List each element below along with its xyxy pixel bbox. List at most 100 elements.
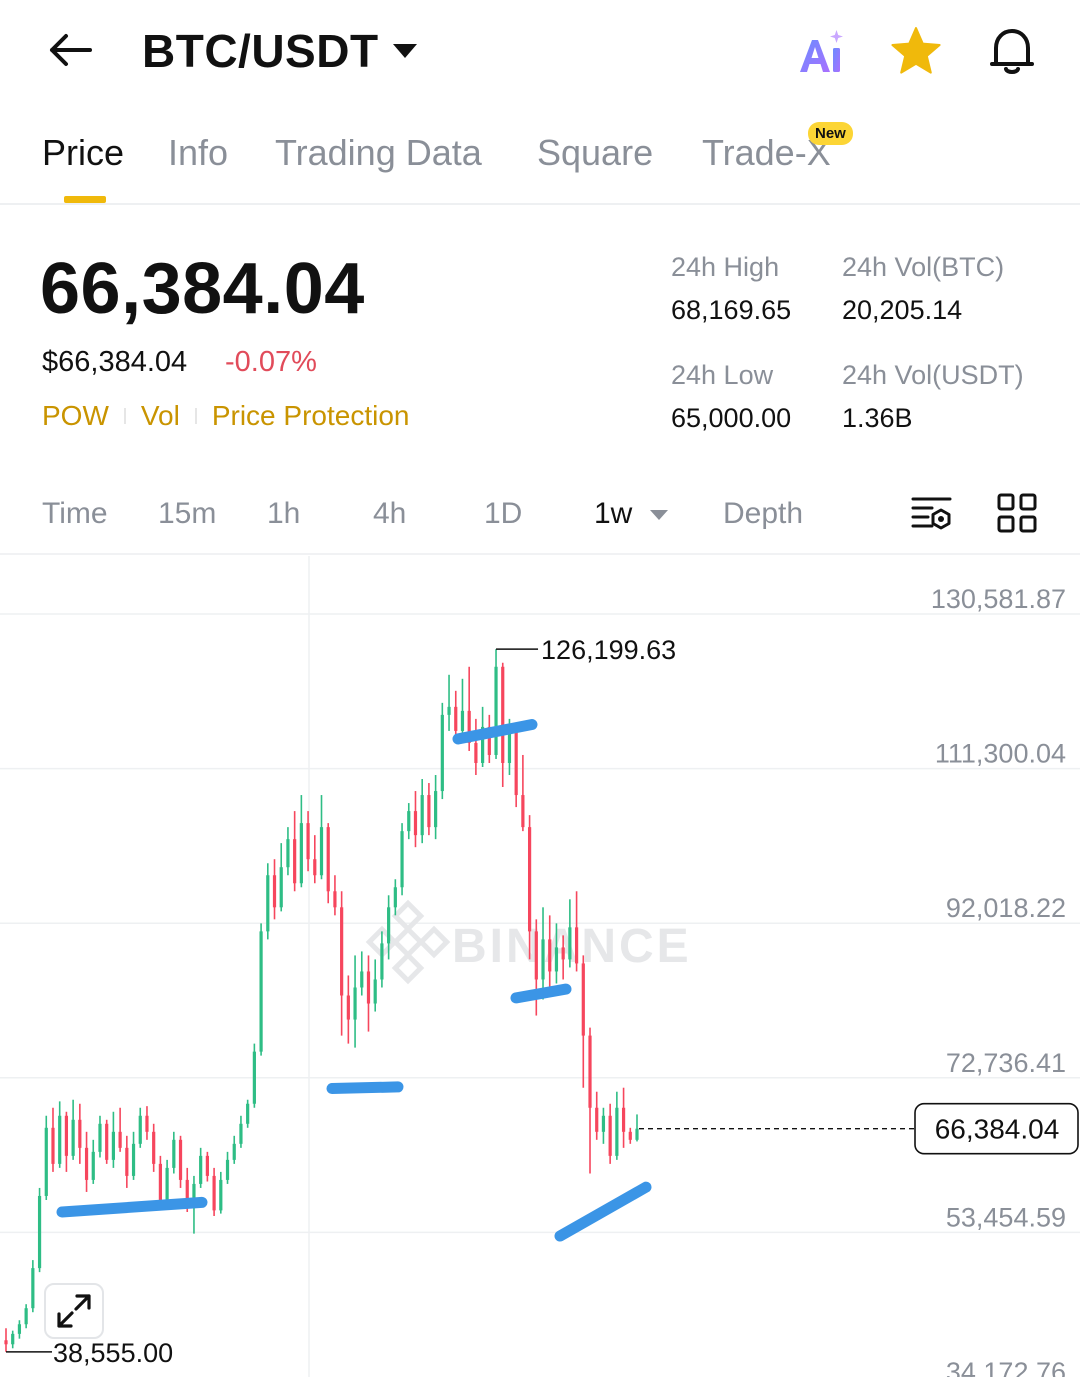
interval-1d[interactable]: 1D — [484, 497, 522, 531]
candle-body — [98, 1123, 102, 1152]
candle-body — [474, 742, 478, 763]
expand-icon — [57, 1294, 91, 1328]
candle-body — [454, 706, 458, 731]
tab-bar: Price Info Trading Data Square Trade-X N… — [0, 110, 1080, 205]
candle-body — [373, 979, 377, 1004]
last-price: 66,384.04 — [40, 249, 365, 329]
ai-button[interactable] — [796, 26, 848, 78]
candle-body — [595, 1107, 599, 1132]
layout-grid-button[interactable] — [996, 492, 1038, 534]
interval-1w[interactable]: 1w — [594, 497, 632, 531]
indicator-settings-button[interactable] — [910, 494, 954, 534]
candle-body — [326, 827, 330, 892]
candle-body — [393, 887, 397, 908]
interval-4h[interactable]: 4h — [373, 497, 406, 531]
interval-time[interactable]: Time — [42, 497, 108, 531]
price-change: -0.07% — [225, 346, 317, 378]
y-axis-tick-label: 130,581.87 — [931, 584, 1066, 614]
candle-body — [494, 666, 498, 755]
indicator-settings-icon — [911, 497, 952, 530]
candle-body — [266, 875, 270, 932]
tab-info[interactable]: Info — [168, 132, 228, 174]
tag-vol[interactable]: Vol — [141, 400, 180, 432]
pair-label: BTC/USDT — [142, 25, 379, 77]
candle-body — [31, 1268, 35, 1309]
candle-body — [568, 927, 572, 960]
candle-body — [299, 823, 303, 884]
y-axis-tick-label: 72,736.41 — [946, 1048, 1066, 1078]
candle-body — [24, 1308, 28, 1325]
candle-body — [427, 795, 431, 828]
candle-body — [521, 795, 525, 828]
candle-body — [37, 1195, 42, 1269]
candle-body — [152, 1131, 156, 1164]
candle-body — [118, 1131, 122, 1148]
support-annotation-stroke — [56, 1196, 208, 1218]
ai-icon — [800, 30, 843, 72]
back-button[interactable] — [40, 22, 100, 78]
candle-body — [158, 1163, 162, 1200]
top-bar: BTC/USDT — [0, 0, 1080, 100]
candle-body — [225, 1159, 230, 1180]
candlestick-chart[interactable]: BINANCE 130,581.87 111,300.04 92,018.22 72,7… — [0, 556, 1080, 1377]
new-badge: New — [808, 122, 853, 145]
vol-btc-label: 24h Vol(BTC) — [842, 252, 1005, 282]
candle-body — [212, 1175, 216, 1211]
candle-body — [615, 1107, 619, 1156]
tag-divider — [123, 408, 126, 424]
tab-price[interactable]: Price — [42, 132, 124, 174]
tag-price-protection[interactable]: Price Protection — [212, 400, 410, 432]
candle-body — [71, 1119, 75, 1156]
candle-body — [561, 947, 565, 960]
tag-pow[interactable]: POW — [42, 400, 109, 432]
interval-15m[interactable]: 15m — [158, 497, 216, 531]
candle-body — [534, 931, 538, 980]
candle-body — [51, 1127, 55, 1164]
candle-body — [507, 730, 512, 763]
interval-depth[interactable]: Depth — [723, 497, 803, 531]
candle-body — [246, 1103, 250, 1124]
high-label: 24h High — [671, 252, 780, 282]
candle-body — [111, 1131, 116, 1160]
candle-body — [131, 1143, 136, 1176]
logo-diamond — [391, 951, 425, 985]
y-axis-tick-label: 34,172.76 — [946, 1357, 1066, 1377]
candle-body — [628, 1131, 632, 1140]
favorite-button[interactable] — [888, 24, 944, 80]
vol-usdt-label: 24h Vol(USDT) — [842, 360, 1024, 390]
candle-body — [239, 1123, 243, 1144]
candle-body — [105, 1123, 109, 1160]
candle-body — [407, 811, 411, 832]
candle-body — [440, 714, 444, 792]
candle-body — [574, 927, 579, 964]
candle-body — [366, 971, 371, 1004]
back-arrow-icon — [50, 34, 92, 66]
fullscreen-button[interactable] — [44, 1283, 104, 1339]
tab-trading-data[interactable]: Trading Data — [275, 132, 482, 174]
star-icon — [891, 27, 941, 74]
tag-row: POW Vol Price Protection — [42, 400, 409, 432]
candle-body — [84, 1147, 89, 1180]
min-price-label: 38,555.00 — [53, 1338, 173, 1368]
candle-body — [621, 1107, 626, 1132]
high-value: 68,169.65 — [671, 295, 792, 325]
y-axis-tick-label: 92,018.22 — [946, 893, 1066, 923]
support-annotation-stroke — [326, 1081, 404, 1095]
support-annotation-stroke — [510, 983, 572, 1004]
candle-body — [78, 1119, 82, 1148]
interval-1h[interactable]: 1h — [267, 497, 300, 531]
candle-body — [91, 1151, 95, 1180]
candle-body — [199, 1155, 203, 1184]
candle-body — [581, 963, 585, 1036]
candle-body — [554, 947, 559, 972]
tab-square[interactable]: Square — [537, 132, 653, 174]
candle-body — [11, 1333, 15, 1345]
candle-body — [353, 987, 357, 1020]
bell-icon — [990, 29, 1034, 74]
candle-body — [501, 666, 505, 763]
pair-selector[interactable]: BTC/USDT — [142, 24, 417, 78]
candle-body — [125, 1147, 129, 1176]
candle-body — [232, 1143, 236, 1160]
support-annotation-stroke — [554, 1181, 652, 1242]
alert-button[interactable] — [984, 22, 1040, 78]
